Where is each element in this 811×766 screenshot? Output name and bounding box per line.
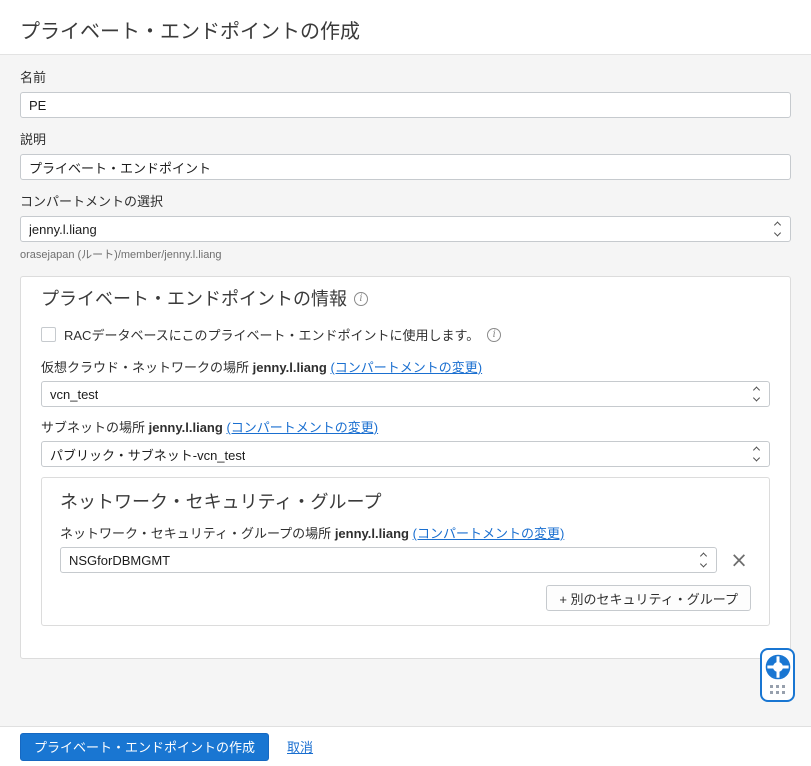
subnet-select-value: パブリック・サブネット-vcn_test xyxy=(50,447,246,463)
nsg-label-prefix: ネットワーク・セキュリティ・グループの場所 xyxy=(60,526,332,541)
network-security-groups-section: ネットワーク・セキュリティ・グループ ネットワーク・セキュリティ・グループの場所… xyxy=(41,477,770,626)
chevron-updown-icon xyxy=(752,446,761,462)
create-private-endpoint-button[interactable]: プライベート・エンドポイントの作成 xyxy=(20,732,270,761)
vcn-label: 仮想クラウド・ネットワークの場所 jenny.l.liang (コンパートメント… xyxy=(41,360,770,376)
name-label: 名前 xyxy=(20,70,47,85)
info-icon[interactable]: i xyxy=(354,292,368,306)
chevron-updown-icon xyxy=(699,552,708,568)
description-label: 説明 xyxy=(20,132,47,147)
nsg-label: ネットワーク・セキュリティ・グループの場所 jenny.l.liang (コンパ… xyxy=(60,526,751,542)
vcn-select-value: vcn_test xyxy=(50,386,99,402)
nsg-select-row: NSGforDBMGMT × xyxy=(60,547,751,573)
chevron-updown-icon xyxy=(773,221,782,237)
vcn-change-compartment-link[interactable]: (コンパートメントの変更) xyxy=(330,360,482,375)
remove-nsg-button[interactable]: × xyxy=(727,548,751,572)
section-title-row: プライベート・エンドポイントの情報 i xyxy=(41,287,770,311)
dialog-footer: プライベート・エンドポイントの作成 取消 xyxy=(0,726,811,766)
form-body: 名前 説明 コンパートメントの選択 jenny.l.liang orasejap… xyxy=(0,55,811,659)
compartment-select-value: jenny.l.liang xyxy=(29,221,97,237)
rac-info-icon[interactable]: i xyxy=(487,327,502,342)
section-title: プライベート・エンドポイントの情報 xyxy=(41,289,347,309)
subnet-select[interactable]: パブリック・サブネット-vcn_test xyxy=(41,441,770,467)
subnet-compartment-name: jenny.l.liang xyxy=(148,420,223,435)
compartment-field-group: コンパートメントの選択 jenny.l.liang orasejapan (ルー… xyxy=(20,194,791,262)
lifebuoy-icon xyxy=(765,654,790,680)
chevron-updown-icon xyxy=(752,386,761,402)
compartment-path-helper: orasejapan (ルート)/member/jenny.l.liang xyxy=(20,249,222,261)
subnet-label: サブネットの場所 jenny.l.liang (コンパートメントの変更) xyxy=(41,420,770,436)
drag-dots-icon xyxy=(770,685,785,694)
cancel-link[interactable]: 取消 xyxy=(287,737,313,756)
dialog-header: プライベート・エンドポイントの作成 xyxy=(0,0,811,55)
subnet-label-prefix: サブネットの場所 xyxy=(41,420,146,435)
nsg-section-title: ネットワーク・セキュリティ・グループ xyxy=(60,492,382,512)
help-launcher[interactable] xyxy=(760,648,795,702)
private-endpoint-info-section: プライベート・エンドポイントの情報 i RACデータベースにこのプライベート・エ… xyxy=(20,276,791,659)
rac-checkbox-row: RACデータベースにこのプライベート・エンドポイントに使用します。 i xyxy=(41,325,770,344)
nsg-change-compartment-link[interactable]: (コンパートメントの変更) xyxy=(413,526,565,541)
subnet-change-compartment-link[interactable]: (コンパートメントの変更) xyxy=(226,420,378,435)
nsg-compartment-name: jenny.l.liang xyxy=(334,526,409,541)
description-input[interactable] xyxy=(20,154,791,180)
vcn-select[interactable]: vcn_test xyxy=(41,381,770,407)
name-field-group: 名前 xyxy=(20,70,791,118)
nsg-select-value: NSGforDBMGMT xyxy=(69,552,171,568)
vcn-label-prefix: 仮想クラウド・ネットワークの場所 xyxy=(41,360,250,375)
nsg-select[interactable]: NSGforDBMGMT xyxy=(60,547,717,573)
rac-checkbox[interactable] xyxy=(41,327,56,342)
compartment-select[interactable]: jenny.l.liang xyxy=(20,216,791,242)
rac-checkbox-label: RACデータベースにこのプライベート・エンドポイントに使用します。 xyxy=(64,328,480,343)
description-field-group: 説明 xyxy=(20,132,791,180)
vcn-compartment-name: jenny.l.liang xyxy=(252,360,327,375)
name-input[interactable] xyxy=(20,92,791,118)
compartment-label: コンパートメントの選択 xyxy=(20,194,164,209)
add-security-group-button[interactable]: + 別のセキュリティ・グループ xyxy=(546,585,751,611)
nsg-button-row: + 別のセキュリティ・グループ xyxy=(60,585,751,611)
page-title: プライベート・エンドポイントの作成 xyxy=(20,21,360,43)
